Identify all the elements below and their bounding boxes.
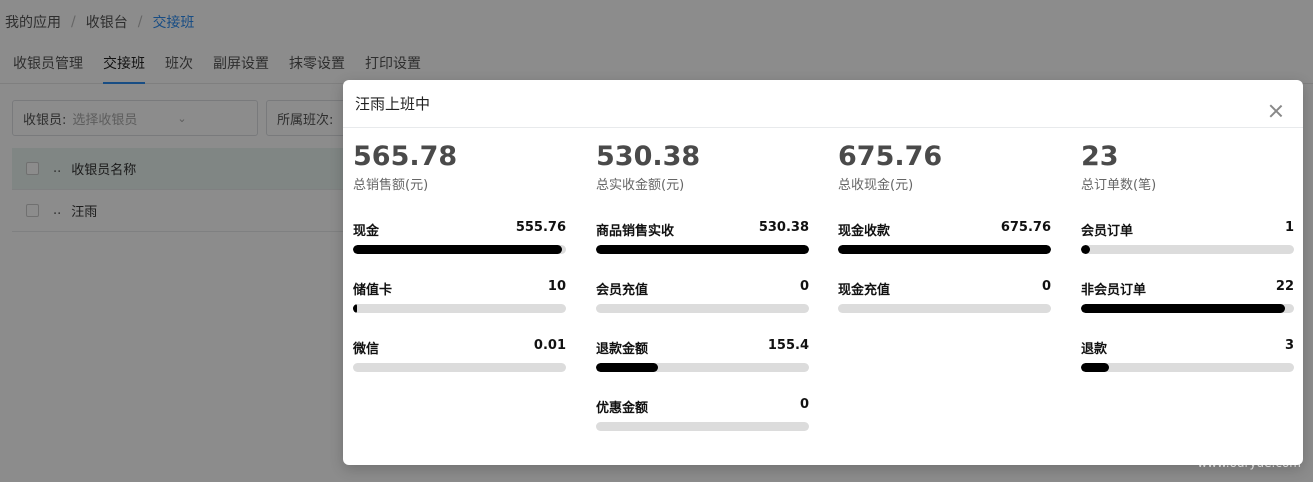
summary-item-value: 530.38 xyxy=(758,220,809,235)
modal-header: 汪雨上班中 xyxy=(343,80,1303,128)
summary-item-value: 0 xyxy=(1041,279,1051,294)
summary-item: 会员充值 0 xyxy=(596,279,809,313)
progress-bar xyxy=(596,245,809,254)
summary-total-label: 总实收金额(元) xyxy=(596,178,685,193)
progress-bar-fill xyxy=(1081,245,1091,254)
modal-title: 汪雨上班中 xyxy=(355,95,431,113)
progress-bar-fill xyxy=(353,304,358,313)
summary-column-orders: 23 总订单数(笔) 会员订单 1 非会员订单 22 退款 3 xyxy=(1081,140,1294,372)
progress-bar xyxy=(838,245,1051,254)
summary-item: 现金 555.76 xyxy=(353,220,566,254)
summary-item: 现金收款 675.76 xyxy=(838,220,1051,254)
shift-summary-modal: 汪雨上班中 565.78 总销售额(元) 现金 555.76 储值卡 10 微信 0.01 53… xyxy=(343,80,1303,465)
summary-column-received: 530.38 总实收金额(元) 商品销售实收 530.38 会员充值 0 退款金额 155.4… xyxy=(596,140,809,431)
summary-item-value: 3 xyxy=(1284,338,1294,353)
summary-total-label: 总收现金(元) xyxy=(838,178,914,193)
summary-item: 现金充值 0 xyxy=(838,279,1051,313)
summary-item-label: 会员充值 xyxy=(596,283,649,298)
summary-item-label: 微信 xyxy=(353,342,380,357)
summary-item-value: 0 xyxy=(799,397,809,412)
summary-item-value: 0.01 xyxy=(533,338,566,353)
summary-total-value: 675.76 xyxy=(838,141,943,172)
summary-column-cash: 675.76 总收现金(元) 现金收款 675.76 现金充值 0 xyxy=(838,140,1051,313)
summary-item-value: 10 xyxy=(547,279,566,294)
summary-item-label: 退款 xyxy=(1081,342,1108,357)
summary-item-value: 555.76 xyxy=(515,220,566,235)
summary-total-label: 总订单数(笔) xyxy=(1081,178,1157,193)
progress-bar xyxy=(353,304,566,313)
summary-total-label: 总销售额(元) xyxy=(353,178,429,193)
summary-item-label: 会员订单 xyxy=(1081,224,1134,239)
progress-bar xyxy=(353,363,566,372)
progress-bar-fill xyxy=(1081,363,1109,372)
progress-bar xyxy=(353,245,566,254)
progress-bar xyxy=(596,422,809,431)
summary-item-label: 现金收款 xyxy=(838,224,891,239)
progress-bar xyxy=(596,363,809,372)
summary-item-label: 非会员订单 xyxy=(1081,283,1147,298)
summary-total-value: 530.38 xyxy=(596,141,701,172)
progress-bar xyxy=(1081,363,1294,372)
summary-item-label: 退款金额 xyxy=(596,342,649,357)
summary-item-value: 155.4 xyxy=(767,338,809,353)
progress-bar-fill xyxy=(353,245,562,254)
summary-item: 非会员订单 22 xyxy=(1081,279,1294,313)
watermark: www.ouryue.com xyxy=(1197,456,1301,470)
progress-bar xyxy=(1081,304,1294,313)
close-icon[interactable] xyxy=(1269,104,1283,118)
progress-bar-fill xyxy=(838,245,1051,254)
summary-item: 储值卡 10 xyxy=(353,279,566,313)
progress-bar xyxy=(1081,245,1294,254)
summary-item-value: 22 xyxy=(1275,279,1294,294)
summary-item: 优惠金额 0 xyxy=(596,397,809,431)
summary-item: 商品销售实收 530.38 xyxy=(596,220,809,254)
progress-bar-fill xyxy=(596,363,658,372)
progress-bar xyxy=(838,304,1051,313)
summary-item-label: 商品销售实收 xyxy=(596,224,675,239)
summary-item-value: 0 xyxy=(799,279,809,294)
summary-item: 微信 0.01 xyxy=(353,338,566,372)
progress-bar-fill xyxy=(1081,304,1285,313)
summary-item-label: 现金 xyxy=(353,224,380,239)
summary-item-value: 1 xyxy=(1284,220,1294,235)
summary-item-value: 675.76 xyxy=(1000,220,1051,235)
summary-total-value: 565.78 xyxy=(353,141,458,172)
progress-bar-fill xyxy=(596,245,809,254)
summary-item-label: 优惠金额 xyxy=(596,401,649,416)
summary-item: 退款 3 xyxy=(1081,338,1294,372)
progress-bar xyxy=(596,304,809,313)
summary-item-label: 现金充值 xyxy=(838,283,891,298)
summary-item: 会员订单 1 xyxy=(1081,220,1294,254)
summary-item-label: 储值卡 xyxy=(353,283,393,298)
summary-column-sales: 565.78 总销售额(元) 现金 555.76 储值卡 10 微信 0.01 xyxy=(353,140,566,372)
summary-item: 退款金额 155.4 xyxy=(596,338,809,372)
summary-total-value: 23 xyxy=(1081,141,1119,172)
